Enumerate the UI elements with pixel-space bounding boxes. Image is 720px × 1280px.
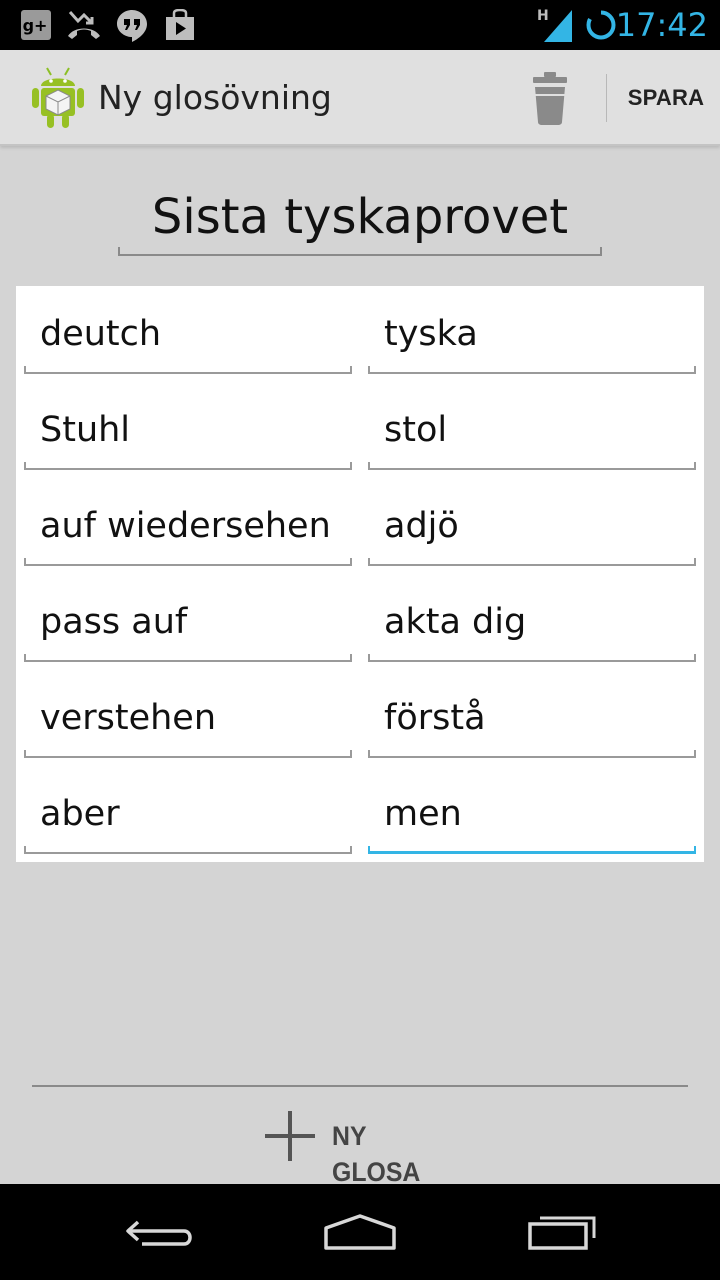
action-bar-divider <box>606 74 607 122</box>
field-underline <box>24 750 352 758</box>
native-word: men <box>384 794 462 834</box>
field-underline <box>368 462 696 470</box>
bottom-divider <box>32 1085 688 1087</box>
foreign-word: aber <box>40 794 120 834</box>
add-word-button[interactable]: NY GLOSA <box>260 1104 460 1187</box>
foreign-word: verstehen <box>40 698 217 738</box>
save-button[interactable]: SPARA <box>612 50 720 146</box>
signal-icon: H <box>537 8 572 42</box>
field-underline <box>368 558 696 566</box>
sync-icon <box>586 9 616 40</box>
foreign-word: Stuhl <box>40 410 131 450</box>
action-bar: Ny glosövning SPARA <box>0 50 720 146</box>
native-word-field[interactable]: akta dig <box>368 574 696 670</box>
back-icon[interactable] <box>122 1208 202 1256</box>
foreign-word-field[interactable]: verstehen <box>24 670 352 766</box>
native-word: adjö <box>384 506 459 546</box>
native-word-field[interactable]: adjö <box>368 478 696 574</box>
field-underline <box>368 654 696 662</box>
field-underline <box>24 558 352 566</box>
foreign-word-field[interactable]: Stuhl <box>24 382 352 478</box>
missed-call-icon <box>68 11 100 39</box>
status-bar: g+ H 17:42 <box>0 0 720 50</box>
native-word-field[interactable]: förstå <box>368 670 696 766</box>
trash-icon[interactable] <box>524 68 576 128</box>
field-underline <box>24 654 352 662</box>
native-word-field-focused[interactable]: men <box>368 766 696 862</box>
field-underline <box>368 366 696 374</box>
native-word: tyska <box>384 314 478 354</box>
native-word-field[interactable]: tyska <box>368 286 696 382</box>
foreign-word: pass auf <box>40 602 188 642</box>
field-underline <box>368 750 696 758</box>
field-underline <box>24 462 352 470</box>
foreign-word-field[interactable]: pass auf <box>24 574 352 670</box>
exercise-title: Sista tyskaprovet <box>151 189 569 245</box>
field-underline-focused <box>368 846 696 854</box>
exercise-title-field[interactable]: Sista tyskaprovet <box>118 182 602 256</box>
hangouts-icon <box>117 10 147 42</box>
word-list: deutch tyska Stuhl stol auf wiedersehen … <box>16 286 704 862</box>
navigation-bar <box>0 1184 720 1280</box>
android-app-icon[interactable] <box>28 64 88 130</box>
add-word-label: NY GLOSA <box>332 1121 421 1187</box>
plus-icon <box>265 1111 315 1161</box>
page-title: Ny glosövning <box>98 78 332 117</box>
field-underline <box>24 366 352 374</box>
svg-text:g+: g+ <box>23 16 48 35</box>
native-word: stol <box>384 410 448 450</box>
foreign-word-field[interactable]: auf wiedersehen <box>24 478 352 574</box>
svg-text:H: H <box>537 8 549 24</box>
google-plus-icon: g+ <box>21 10 51 40</box>
clock: 17:42 <box>615 6 708 44</box>
title-underline <box>118 247 602 256</box>
native-word: förstå <box>384 698 486 738</box>
field-underline <box>24 846 352 854</box>
foreign-word: auf wiedersehen <box>40 506 331 546</box>
native-word-field[interactable]: stol <box>368 382 696 478</box>
home-icon[interactable] <box>320 1208 400 1256</box>
recent-apps-icon[interactable] <box>522 1208 602 1256</box>
foreign-word-field[interactable]: deutch <box>24 286 352 382</box>
foreign-word: deutch <box>40 314 162 354</box>
play-store-icon <box>166 9 194 40</box>
foreign-word-field[interactable]: aber <box>24 766 352 862</box>
native-word: akta dig <box>384 602 527 642</box>
